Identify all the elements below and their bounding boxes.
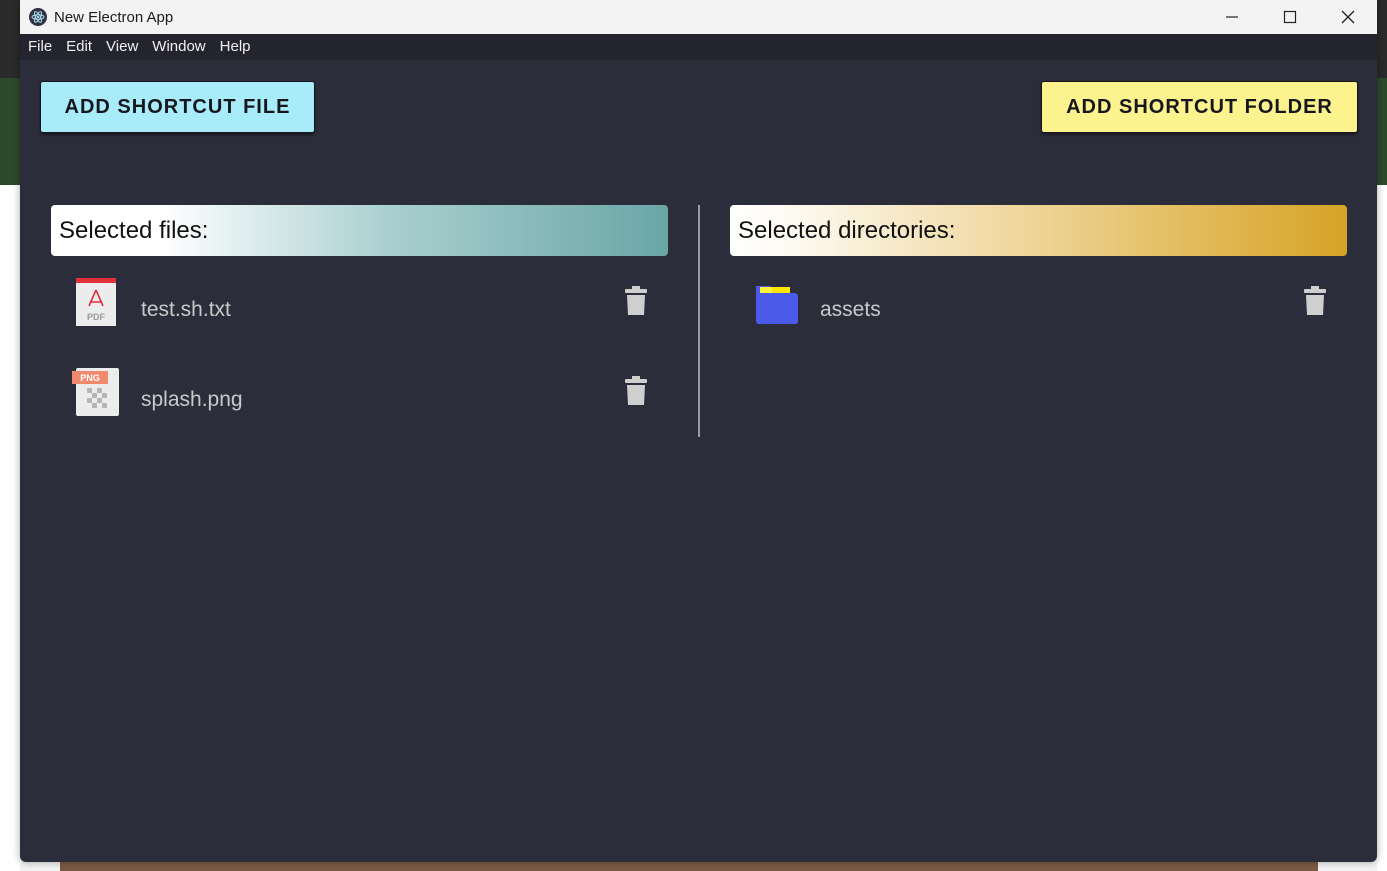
selected-files-header: Selected files: bbox=[51, 205, 668, 256]
folder-icon bbox=[756, 286, 798, 324]
desktop-background bbox=[1377, 185, 1387, 871]
maximize-button[interactable] bbox=[1261, 0, 1319, 34]
window-controls bbox=[1203, 0, 1377, 34]
title-bar[interactable]: New Electron App bbox=[20, 0, 1377, 34]
add-shortcut-folder-button[interactable]: ADD SHORTCUT FOLDER bbox=[1041, 81, 1358, 133]
trash-icon[interactable] bbox=[624, 286, 648, 316]
menu-bar: File Edit View Window Help bbox=[20, 34, 1377, 60]
panel-divider bbox=[698, 205, 700, 437]
list-item: PNG splash.png bbox=[51, 346, 668, 436]
trash-icon[interactable] bbox=[1303, 286, 1327, 316]
directory-name: assets bbox=[820, 298, 881, 321]
main-content: ADD SHORTCUT FILE ADD SHORTCUT FOLDER Se… bbox=[20, 60, 1377, 862]
desktop-background bbox=[1377, 78, 1387, 185]
file-name: test.sh.txt bbox=[141, 298, 231, 321]
menu-view[interactable]: View bbox=[100, 34, 146, 60]
selected-directories-panel: Selected directories: assets bbox=[730, 205, 1347, 346]
close-icon bbox=[1341, 10, 1355, 24]
menu-window[interactable]: Window bbox=[146, 34, 213, 60]
pdf-file-icon: PDF bbox=[76, 278, 116, 326]
menu-edit[interactable]: Edit bbox=[60, 34, 100, 60]
list-item: PDF test.sh.txt bbox=[51, 256, 668, 346]
file-name: splash.png bbox=[141, 388, 243, 411]
close-button[interactable] bbox=[1319, 0, 1377, 34]
maximize-icon bbox=[1283, 10, 1297, 24]
menu-help[interactable]: Help bbox=[214, 34, 259, 60]
list-item: assets bbox=[730, 256, 1347, 346]
menu-file[interactable]: File bbox=[22, 34, 60, 60]
selected-files-panel: Selected files: PDF test.sh.txt PNG spla… bbox=[51, 205, 668, 436]
svg-text:PNG: PNG bbox=[80, 373, 100, 383]
minimize-icon bbox=[1226, 16, 1238, 18]
window-title: New Electron App bbox=[54, 8, 174, 26]
png-file-icon: PNG bbox=[72, 368, 119, 416]
svg-text:PDF: PDF bbox=[87, 312, 106, 322]
minimize-button[interactable] bbox=[1203, 0, 1261, 34]
app-window: New Electron App File Edit View Window H… bbox=[20, 0, 1377, 862]
desktop-background bbox=[0, 78, 20, 185]
selected-directories-header: Selected directories: bbox=[730, 205, 1347, 256]
desktop-background bbox=[60, 862, 1318, 871]
desktop-background bbox=[0, 0, 20, 78]
desktop-background bbox=[1377, 0, 1387, 78]
desktop-background bbox=[0, 185, 20, 871]
trash-icon[interactable] bbox=[624, 376, 648, 406]
add-shortcut-file-button[interactable]: ADD SHORTCUT FILE bbox=[40, 81, 315, 133]
electron-logo-icon bbox=[29, 8, 47, 26]
